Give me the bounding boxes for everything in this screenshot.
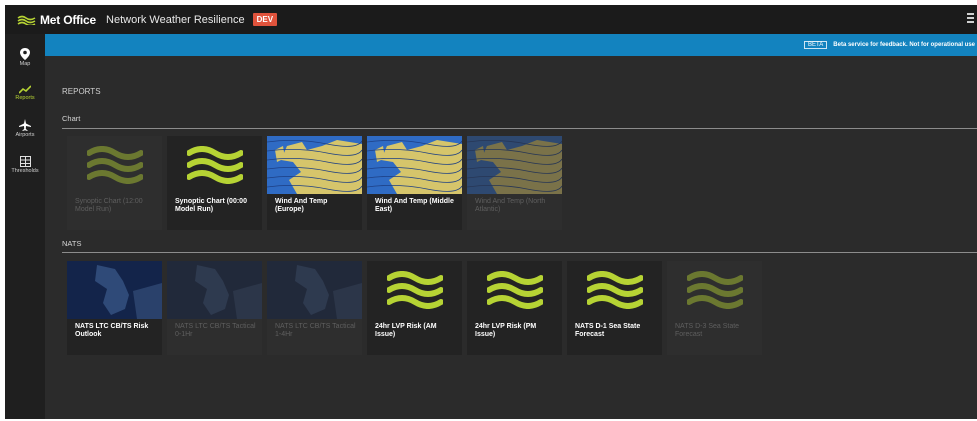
weather-map-icon [467,136,562,194]
env-badge: DEV [252,13,278,26]
section-divider [62,128,977,129]
section-label-nats: NATS [62,239,82,248]
report-tile-label: Synoptic Chart (12:00 Model Run) [75,198,143,213]
sidebar-item-map[interactable]: Map [5,48,45,67]
section-divider [62,252,977,253]
satellite-map-icon [67,261,162,319]
report-tile[interactable]: Wind And Temp (Europe) [267,136,362,230]
beta-banner-text: Beta service for feedback. Not for opera… [833,42,975,48]
sidebar: Map Reports Airports Thresholds [5,34,45,419]
report-tile-label: NATS LTC CB/TS Tactical 1-4Hr [275,323,356,338]
top-bar: Met Office Network Weather Resilience DE… [5,5,977,34]
sidebar-item-thresholds[interactable]: Thresholds [5,156,45,174]
report-tile-label: NATS LTC CB/TS Risk Outlook [75,323,149,338]
waves-icon [86,146,143,184]
report-tile[interactable]: NATS LTC CB/TS Risk Outlook [67,261,162,355]
report-tile[interactable]: Wind And Temp (North Atlantic) [467,136,562,230]
app-title: Network Weather Resilience [106,13,245,26]
logo-text: Met Office [40,12,97,27]
map-pin-icon [20,48,30,60]
report-tile[interactable]: NATS D-1 Sea State Forecast [567,261,662,355]
section-label-chart: Chart [62,114,81,123]
report-tile-label: NATS D-1 Sea State Forecast [575,323,641,338]
report-tile[interactable]: NATS LTC CB/TS Tactical 0-1Hr [167,261,262,355]
report-tile[interactable]: Synoptic Chart (00:00 Model Run) [167,136,262,230]
report-tile[interactable]: 24hr LVP Risk (PM Issue) [467,261,562,355]
sidebar-item-airports[interactable]: Airports [5,119,45,138]
app-window: Met Office Network Weather Resilience DE… [5,5,977,419]
report-tile[interactable]: Wind And Temp (Middle East) [367,136,462,230]
weather-map-icon [267,136,362,194]
report-thumbnail [367,136,462,194]
menu-icon[interactable] [967,13,975,25]
satellite-map-icon [167,261,262,319]
report-thumbnail [167,261,262,319]
nats-reports-row: NATS LTC CB/TS Risk Outlook NATS LTC CB/T… [67,261,767,355]
satellite-map-icon [267,261,362,319]
report-thumbnail [667,261,762,319]
report-thumbnail [167,136,262,194]
waves-icon [586,271,643,309]
report-tile-label: Synoptic Chart (00:00 Model Run) [175,198,247,213]
waves-icon [386,271,443,309]
report-thumbnail [267,261,362,319]
chart-icon [19,85,31,94]
page-title: REPORTS [62,87,101,96]
sidebar-item-label: Reports [15,95,35,101]
logo-waves-icon [17,15,36,25]
report-tile[interactable]: Synoptic Chart (12:00 Model Run) [67,136,162,230]
thresholds-icon [19,156,31,167]
report-thumbnail [567,261,662,319]
report-tile-label: 24hr LVP Risk (PM Issue) [475,323,537,338]
beta-banner: BETA Beta service for feedback. Not for … [45,34,977,56]
report-thumbnail [467,136,562,194]
weather-map-icon [367,136,462,194]
report-tile-label: Wind And Temp (North Atlantic) [475,198,546,213]
report-tile-label: 24hr LVP Risk (AM Issue) [375,323,437,338]
report-tile[interactable]: NATS D-3 Sea State Forecast [667,261,762,355]
report-tile-label: Wind And Temp (Middle East) [375,198,454,213]
report-thumbnail [267,136,362,194]
met-office-logo[interactable]: Met Office [17,13,96,27]
waves-icon [486,271,543,309]
report-thumbnail [467,261,562,319]
waves-icon [686,271,743,309]
sidebar-item-label: Map [19,61,31,67]
sidebar-item-label: Thresholds [11,168,39,174]
waves-icon [186,146,243,184]
report-tile-label: Wind And Temp (Europe) [275,198,328,213]
report-tile[interactable]: 24hr LVP Risk (AM Issue) [367,261,462,355]
report-thumbnail [367,261,462,319]
report-tile-label: NATS D-3 Sea State Forecast [675,323,740,338]
report-thumbnail [67,136,162,194]
beta-badge: BETA [804,41,828,49]
sidebar-item-reports[interactable]: Reports [5,85,45,101]
main-content: REPORTS Chart Synoptic Chart (12:00 Mode… [45,56,977,419]
report-thumbnail [67,261,162,319]
airplane-icon [19,119,31,131]
chart-reports-row: Synoptic Chart (12:00 Model Run) Synoptic… [67,136,567,230]
report-tile-label: NATS LTC CB/TS Tactical 0-1Hr [175,323,256,338]
report-tile[interactable]: NATS LTC CB/TS Tactical 1-4Hr [267,261,362,355]
sidebar-item-label: Airports [15,132,35,138]
